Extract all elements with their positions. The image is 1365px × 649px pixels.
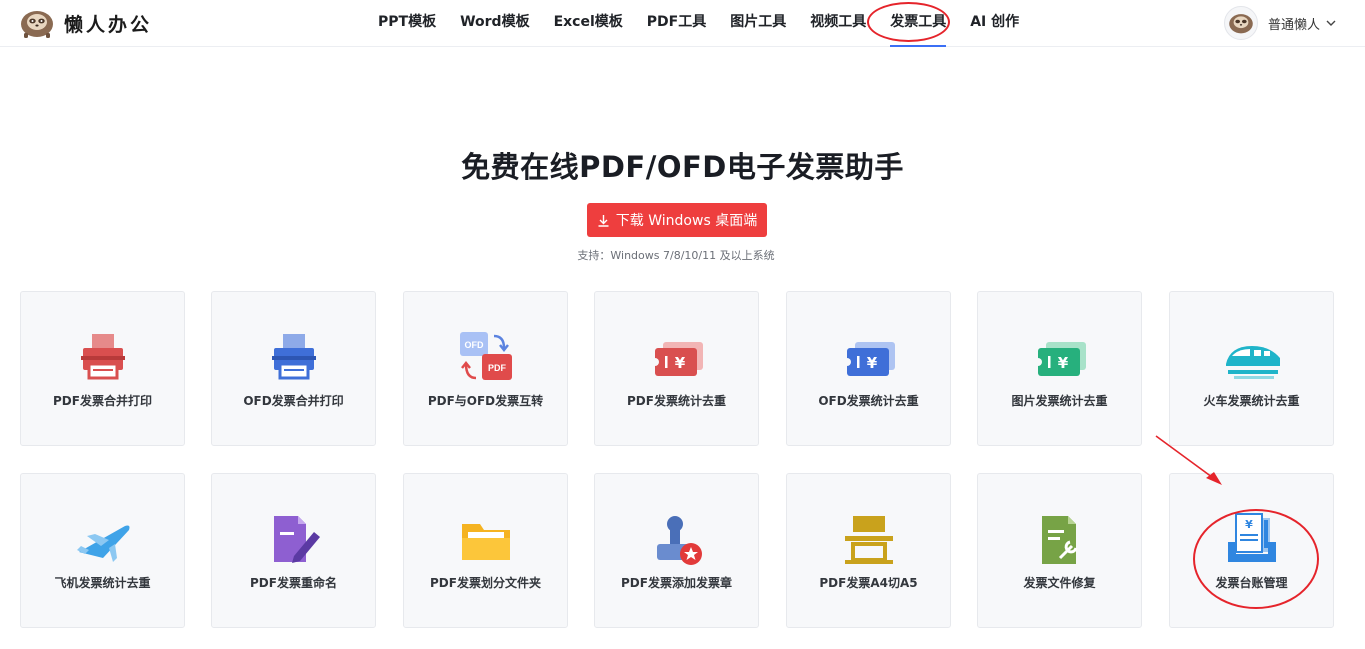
nav-ppt-templates[interactable]: PPT模板	[366, 0, 448, 47]
plane-icon	[76, 525, 129, 562]
rename-icon	[273, 516, 320, 563]
tool-train-invoice-dedupe[interactable]: 火车发票统计去重	[1169, 291, 1334, 446]
tool-label: 发票文件修复	[1023, 576, 1096, 590]
page-title: 免费在线PDF/OFD电子发票助手	[461, 150, 904, 184]
tool-invoice-ledger[interactable]: ¥ 发票台账管理	[1169, 473, 1334, 628]
tool-pdf-invoice-dedupe[interactable]: ¥ PDF发票统计去重	[594, 291, 759, 446]
tool-pdf-invoice-stamp[interactable]: PDF发票添加发票章	[594, 473, 759, 628]
nav-invoice-tools[interactable]: 发票工具	[878, 0, 958, 47]
tool-ofd-merge-print[interactable]: OFD发票合并打印	[211, 291, 376, 446]
download-label: 下载 Windows 桌面端	[615, 213, 758, 229]
tool-label: PDF与OFD发票互转	[427, 394, 544, 408]
tool-label: OFD发票统计去重	[818, 394, 919, 408]
ledger-icon: ¥	[1227, 513, 1276, 562]
tool-label: OFD发票合并打印	[243, 394, 344, 408]
ticket-icon: ¥	[1033, 342, 1086, 376]
tool-label: 飞机发票统计去重	[54, 576, 151, 590]
printer-icon	[80, 334, 125, 380]
tool-label: 图片发票统计去重	[1011, 394, 1108, 408]
nav-ai-creation[interactable]: AI 创作	[958, 0, 1031, 47]
sloth-avatar-icon	[1229, 14, 1253, 34]
tool-label: PDF发票添加发票章	[621, 576, 732, 590]
nav-pdf-tools[interactable]: PDF工具	[635, 0, 718, 47]
repair-icon	[1041, 516, 1077, 564]
tool-label: PDF发票划分文件夹	[430, 576, 541, 590]
tool-pdf-a4-to-a5[interactable]: PDF发票A4切A5	[786, 473, 951, 628]
svg-text:¥: ¥	[1057, 354, 1068, 372]
printer-icon	[271, 334, 316, 380]
chevron-down-icon	[1326, 20, 1336, 26]
stamp-icon	[656, 516, 702, 565]
tool-pdf-ofd-convert[interactable]: OFD PDF PDF与OFD发票互转	[403, 291, 568, 446]
download-windows-button[interactable]: 下载 Windows 桌面端	[587, 203, 767, 237]
tool-label: PDF发票A4切A5	[819, 576, 918, 590]
tool-label: PDF发票重命名	[250, 576, 337, 590]
folder-icon	[461, 524, 510, 560]
train-icon	[1225, 346, 1280, 379]
sloth-logo-icon	[21, 11, 53, 38]
tool-label: PDF发票合并打印	[53, 394, 152, 408]
tool-ofd-invoice-dedupe[interactable]: ¥ OFD发票统计去重	[786, 291, 951, 446]
avatar[interactable]	[1224, 6, 1258, 40]
tool-label: 发票台账管理	[1215, 576, 1288, 590]
ticket-icon: ¥	[650, 342, 703, 376]
tool-pdf-invoice-folders[interactable]: PDF发票划分文件夹	[403, 473, 568, 628]
tool-pdf-invoice-rename[interactable]: PDF发票重命名	[211, 473, 376, 628]
tool-label: PDF发票统计去重	[627, 394, 726, 408]
nav-image-tools[interactable]: 图片工具	[718, 0, 798, 47]
download-icon	[598, 214, 609, 227]
support-text: 支持：Windows 7/8/10/11 及以上系统	[577, 249, 775, 262]
svg-text:¥: ¥	[866, 354, 877, 372]
tool-pdf-merge-print[interactable]: PDF发票合并打印	[20, 291, 185, 446]
tool-image-invoice-dedupe[interactable]: ¥ 图片发票统计去重	[977, 291, 1142, 446]
nav-excel-templates[interactable]: Excel模板	[542, 0, 635, 47]
ticket-icon: ¥	[842, 342, 895, 376]
svg-text:OFD: OFD	[464, 340, 483, 350]
nav-word-templates[interactable]: Word模板	[448, 0, 542, 47]
brand-logo[interactable]: 懒人办公	[18, 6, 152, 40]
tool-label: 火车发票统计去重	[1203, 394, 1300, 408]
tool-plane-invoice-dedupe[interactable]: 飞机发票统计去重	[20, 473, 185, 628]
svg-text:PDF: PDF	[488, 363, 507, 373]
top-navigation-bar: 懒人办公 PPT模板 Word模板 Excel模板 PDF工具 图片工具 视频工…	[0, 0, 1365, 47]
svg-text:¥: ¥	[1245, 518, 1253, 531]
svg-text:¥: ¥	[674, 354, 685, 372]
user-menu[interactable]: 普通懒人	[1224, 4, 1337, 42]
main-nav: PPT模板 Word模板 Excel模板 PDF工具 图片工具 视频工具 发票工…	[366, 0, 1031, 47]
user-name: 普通懒人	[1268, 17, 1321, 33]
cut-icon	[844, 516, 893, 564]
nav-video-tools[interactable]: 视频工具	[798, 0, 878, 47]
brand-name: 懒人办公	[64, 13, 153, 36]
tool-invoice-file-repair[interactable]: 发票文件修复	[977, 473, 1142, 628]
convert-icon: OFD PDF	[459, 332, 512, 380]
